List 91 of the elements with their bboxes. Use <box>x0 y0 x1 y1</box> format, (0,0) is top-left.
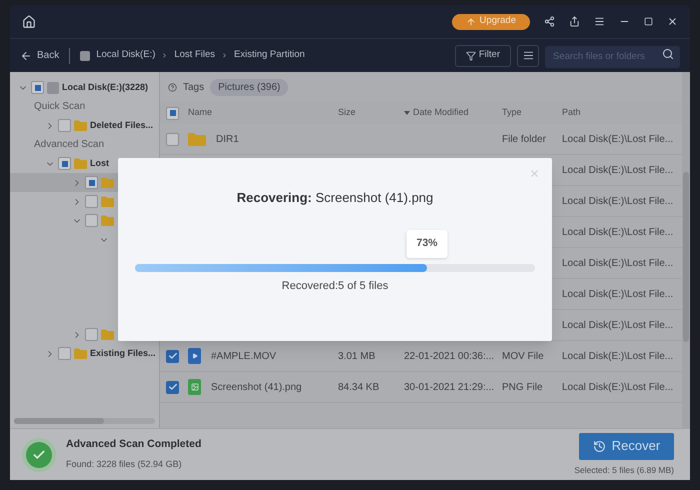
checkbox[interactable] <box>58 119 71 132</box>
checkbox[interactable] <box>58 347 71 360</box>
column-header[interactable]: Path <box>562 106 581 120</box>
tags-label: Tags <box>183 80 204 94</box>
selected-summary: Selected: 5 files (6.89 MB) <box>574 464 674 476</box>
recovered-count: Recovered:5 of 5 files <box>282 278 388 294</box>
section-label: Advanced Scan <box>33 138 106 152</box>
date-cell: 22-01-2021 00:36:... <box>404 350 494 362</box>
tree-label: Local Disk(E:)(3228) <box>62 80 148 94</box>
column-header[interactable]: Type <box>502 106 522 120</box>
checkbox[interactable] <box>166 380 179 394</box>
arrow-up-icon <box>466 16 476 26</box>
drive-icon <box>47 82 59 94</box>
checkbox[interactable] <box>166 350 179 362</box>
percent-tooltip: 73% <box>406 230 448 258</box>
size-cell: 84.34 KB <box>338 382 380 392</box>
drive-icon <box>80 50 90 60</box>
folder-icon <box>74 120 87 131</box>
path-cell: Local Disk(E:)\Lost File... <box>562 258 674 268</box>
chevron-right-icon <box>161 52 168 59</box>
home-icon[interactable] <box>22 14 36 28</box>
path-cell: Local Disk(E:)\Lost File... <box>562 320 674 330</box>
vertical-scrollbar[interactable] <box>682 72 690 428</box>
filter-button[interactable]: Filter <box>454 44 511 66</box>
export-icon[interactable] <box>569 16 580 27</box>
date-cell: 30-01-2021 21:29:... <box>404 382 494 392</box>
folder-icon <box>74 158 87 169</box>
maximize-icon[interactable] <box>644 17 653 26</box>
share-icon[interactable] <box>544 16 555 27</box>
path-cell: Local Disk(E:)\Lost File... <box>562 134 674 144</box>
search-icon[interactable] <box>662 48 674 60</box>
file-name: #AMPLE.MOV <box>211 350 276 364</box>
type-cell: MOV File <box>502 350 544 362</box>
type-cell: File folder <box>502 134 546 144</box>
video-file-icon <box>188 348 201 364</box>
path-cell: Local Disk(E:)\Lost File... <box>562 350 674 362</box>
tree-label: Existing Files... <box>90 346 156 360</box>
history-icon <box>592 440 606 453</box>
close-icon[interactable] <box>667 16 678 27</box>
checkbox[interactable] <box>31 81 44 94</box>
checkbox[interactable] <box>85 176 98 189</box>
tag-chip[interactable]: Pictures (396) <box>210 78 288 96</box>
dialog-title: Recovering: Screenshot (41).png <box>236 189 434 207</box>
folder-icon <box>101 329 114 340</box>
tree-item[interactable]: Deleted Files... <box>10 116 159 135</box>
breadcrumb-link[interactable]: Local Disk(E:) <box>96 48 156 63</box>
recover-button[interactable]: Recover <box>579 432 674 460</box>
folder-icon <box>74 348 87 359</box>
column-header[interactable]: Size <box>338 106 356 120</box>
path-cell: Local Disk(E:)\Lost File... <box>562 226 674 238</box>
horizontal-scrollbar[interactable] <box>14 418 155 424</box>
size-cell: 3.01 MB <box>338 350 376 362</box>
file-name: Screenshot (41).png <box>211 380 302 394</box>
folder-icon <box>188 132 206 146</box>
tree-label: Lost <box>90 156 109 170</box>
menu-icon <box>522 50 534 61</box>
type-cell: PNG File <box>502 382 543 392</box>
arrow-left-icon <box>20 50 32 62</box>
checkbox[interactable] <box>166 106 179 120</box>
chevron-right-icon <box>221 52 228 59</box>
section-label: Quick Scan <box>33 100 86 114</box>
checkbox[interactable] <box>85 195 98 208</box>
column-header[interactable]: Name <box>188 106 212 120</box>
help-icon <box>168 82 177 92</box>
image-file-icon <box>188 379 201 395</box>
tree-item[interactable]: Lost <box>10 154 159 173</box>
checkbox[interactable] <box>85 214 98 227</box>
path-cell: Local Disk(E:)\Lost File... <box>562 382 674 392</box>
file-name: DIR1 <box>216 132 239 146</box>
folder-icon <box>101 196 114 207</box>
tree-item[interactable]: Existing Files... <box>10 344 159 363</box>
back-button[interactable]: Back <box>20 48 60 63</box>
path-cell: Local Disk(E:)\Lost File... <box>562 288 674 300</box>
folder-icon <box>101 215 114 226</box>
path-cell: Local Disk(E:)\Lost File... <box>562 164 674 176</box>
column-header[interactable]: Date Modified <box>413 106 469 120</box>
found-summary: Found: 3228 files (52.94 GB) <box>66 458 183 472</box>
sort-caret-icon[interactable] <box>404 111 410 115</box>
folder-icon <box>101 177 114 188</box>
breadcrumb-link[interactable]: Existing Partition <box>234 48 305 63</box>
path-cell: Local Disk(E:)\Lost File... <box>562 196 674 206</box>
list-view-button[interactable] <box>517 44 539 66</box>
breadcrumb-link[interactable]: Lost Files <box>174 48 216 63</box>
checkbox[interactable] <box>166 132 179 146</box>
tree-label: Deleted Files... <box>90 118 154 132</box>
menu-icon[interactable] <box>594 16 605 27</box>
tree-item[interactable]: Local Disk(E:)(3228) <box>10 78 159 97</box>
filter-icon <box>466 50 476 60</box>
checkbox[interactable] <box>58 157 71 170</box>
checkbox[interactable] <box>85 328 98 341</box>
scan-status: Advanced Scan Completed <box>66 437 202 452</box>
